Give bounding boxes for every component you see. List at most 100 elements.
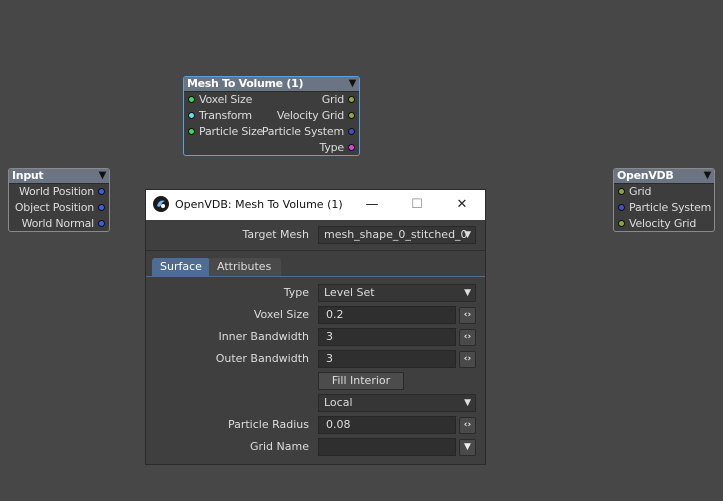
space-dropdown[interactable]: Local ▼: [318, 394, 476, 412]
space-value: Local: [324, 396, 353, 409]
particle-radius-spinner[interactable]: ‹›: [459, 417, 476, 434]
chevron-down-icon: ▼: [464, 288, 471, 298]
type-label: Type: [283, 286, 309, 299]
port-row: Particle System: [614, 200, 714, 216]
node-header[interactable]: Mesh To Volume (1) ▼: [184, 77, 359, 92]
port-row: Object Position: [9, 200, 109, 216]
port-row: World Position: [9, 184, 109, 200]
grid-output-port[interactable]: [348, 96, 355, 103]
node-header[interactable]: Input ▼: [9, 169, 109, 184]
port-label: Velocity Grid: [276, 109, 344, 122]
port-label: Particle Size: [199, 125, 264, 138]
port-label: Object Position: [14, 201, 94, 214]
inner-bandwidth-input[interactable]: 3: [318, 328, 456, 346]
port-label: Voxel Size: [199, 93, 253, 106]
particle-system-input-port[interactable]: [618, 204, 625, 211]
target-mesh-label: Target Mesh: [242, 228, 310, 241]
velocity-grid-output-port[interactable]: [348, 112, 355, 119]
type-value: Level Set: [324, 286, 375, 299]
port-row: Voxel Size Grid: [184, 92, 359, 108]
port-label: Transform: [199, 109, 252, 122]
chevron-down-icon[interactable]: ▼: [99, 169, 107, 183]
chevron-down-icon: ▼: [464, 230, 471, 240]
particle-size-input-port[interactable]: [188, 128, 195, 135]
voxel-size-row: Voxel Size 0.2 ‹›: [146, 304, 485, 326]
node-title: Input: [12, 169, 44, 182]
tab-underline: [146, 276, 485, 277]
particle-radius-label: Particle Radius: [227, 418, 309, 431]
dialog-title: OpenVDB: Mesh To Volume (1): [175, 198, 343, 211]
maximize-button[interactable]: ☐: [394, 190, 440, 220]
type-dropdown[interactable]: Level Set ▼: [318, 284, 476, 302]
voxel-size-input-port[interactable]: [188, 96, 195, 103]
input-node[interactable]: Input ▼ World Position Object Position W…: [8, 168, 110, 232]
grid-input-port[interactable]: [618, 188, 625, 195]
mesh-to-volume-node[interactable]: Mesh To Volume (1) ▼ Voxel Size Grid Tra…: [183, 76, 360, 156]
grid-name-label: Grid Name: [249, 440, 309, 453]
port-label: Velocity Grid: [629, 217, 697, 230]
grid-name-row: Grid Name ▼: [146, 436, 485, 458]
particle-radius-value: 0.08: [326, 418, 351, 431]
openvdb-app-icon: [153, 196, 169, 212]
object-position-output-port[interactable]: [98, 204, 105, 211]
world-position-output-port[interactable]: [98, 188, 105, 195]
voxel-size-input[interactable]: 0.2: [318, 306, 456, 324]
type-output-port[interactable]: [348, 144, 355, 151]
tab-label: Surface: [160, 260, 202, 273]
port-label: Particle System: [629, 201, 712, 214]
tab-attributes[interactable]: Attributes: [209, 258, 281, 276]
space-row: Local ▼: [146, 392, 485, 414]
tab-surface[interactable]: Surface: [152, 258, 210, 276]
port-row: Particle Size Particle System: [184, 124, 359, 140]
spinner-arrows-icon: ‹›: [463, 354, 472, 364]
voxel-size-value: 0.2: [326, 308, 344, 321]
port-label: Grid: [321, 93, 344, 106]
particle-radius-input[interactable]: 0.08: [318, 416, 456, 434]
outer-bandwidth-spinner[interactable]: ‹›: [459, 351, 476, 368]
port-label: Particle System: [261, 125, 344, 138]
chevron-down-icon[interactable]: ▼: [704, 169, 712, 183]
chevron-down-icon: ▼: [464, 398, 471, 408]
port-row: World Normal: [9, 216, 109, 232]
openvdb-node[interactable]: OpenVDB ▼ Grid Particle System Velocity …: [613, 168, 715, 232]
outer-bandwidth-value: 3: [326, 352, 333, 365]
grid-name-input[interactable]: [318, 438, 456, 456]
transform-input-port[interactable]: [188, 112, 195, 119]
inner-bandwidth-spinner[interactable]: ‹›: [459, 329, 476, 346]
minimize-button[interactable]: —: [349, 190, 395, 220]
fill-interior-button[interactable]: Fill Interior: [318, 372, 404, 390]
chevron-down-icon[interactable]: ▼: [349, 77, 357, 91]
maximize-icon: ☐: [411, 197, 423, 212]
title-bar[interactable]: OpenVDB: Mesh To Volume (1) — ☐ ✕: [146, 190, 485, 220]
target-mesh-value: mesh_shape_0_stitched_0: [324, 228, 468, 241]
port-label: Grid: [629, 185, 652, 198]
target-mesh-row: Target Mesh mesh_shape_0_stitched_0 ▼: [146, 224, 485, 246]
target-mesh-dropdown[interactable]: mesh_shape_0_stitched_0 ▼: [318, 226, 476, 244]
spinner-arrows-icon: ‹›: [463, 420, 472, 430]
port-row: Transform Velocity Grid: [184, 108, 359, 124]
close-icon: ✕: [456, 197, 468, 212]
inner-bandwidth-row: Inner Bandwidth 3 ‹›: [146, 326, 485, 348]
outer-bandwidth-label: Outer Bandwidth: [215, 352, 309, 365]
particle-radius-row: Particle Radius 0.08 ‹›: [146, 414, 485, 436]
voxel-size-spinner[interactable]: ‹›: [459, 307, 476, 324]
inner-bandwidth-value: 3: [326, 330, 333, 343]
tab-label: Attributes: [217, 260, 272, 273]
grid-name-dropdown-button[interactable]: ▼: [459, 439, 476, 456]
close-button[interactable]: ✕: [439, 190, 485, 220]
port-label: World Position: [18, 185, 94, 198]
particle-system-output-port[interactable]: [348, 128, 355, 135]
port-label: World Normal: [21, 217, 95, 230]
minimize-icon: —: [365, 197, 379, 212]
world-normal-output-port[interactable]: [98, 220, 105, 227]
node-title: OpenVDB: [617, 169, 674, 182]
velocity-grid-input-port[interactable]: [618, 220, 625, 227]
mesh-to-volume-dialog: OpenVDB: Mesh To Volume (1) — ☐ ✕ Target…: [145, 189, 486, 465]
outer-bandwidth-input[interactable]: 3: [318, 350, 456, 368]
port-row: Velocity Grid: [614, 216, 714, 232]
chevron-down-icon: ▼: [464, 442, 471, 452]
port-row: Grid: [614, 184, 714, 200]
spinner-arrows-icon: ‹›: [463, 332, 472, 342]
inner-bandwidth-label: Inner Bandwidth: [218, 330, 309, 343]
node-header[interactable]: OpenVDB ▼: [614, 169, 714, 184]
